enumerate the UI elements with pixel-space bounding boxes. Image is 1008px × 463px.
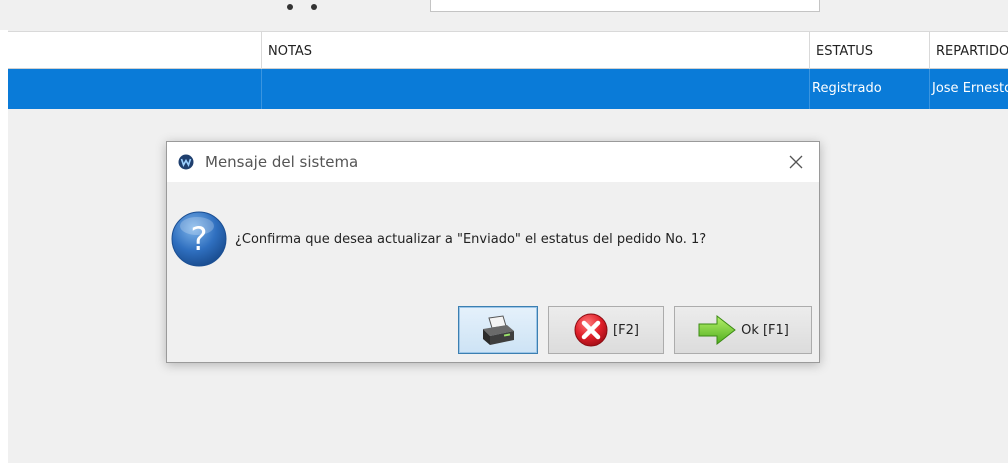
orders-table: NOTAS ESTATUS REPARTIDOR Registrado Jose… — [8, 31, 1008, 109]
top-dots-icon — [287, 4, 317, 12]
app-logo-icon — [178, 154, 194, 170]
question-icon: ? — [171, 211, 227, 267]
column-header-notas[interactable]: NOTAS — [261, 32, 809, 69]
red-x-icon — [574, 313, 608, 347]
close-button[interactable] — [773, 142, 819, 182]
table-cell-repartidor[interactable]: Jose Ernesto — [929, 69, 1008, 109]
table-cell-estatus[interactable]: Registrado — [809, 69, 929, 109]
window-edge — [0, 0, 8, 463]
table-cell-notas[interactable] — [261, 69, 809, 109]
cancel-button-label: [F2] — [613, 322, 639, 338]
column-header-repartidor[interactable]: REPARTIDOR — [929, 32, 1008, 69]
cancel-button[interactable]: [F2] — [548, 306, 664, 354]
ok-button[interactable]: Ok [F1] — [674, 306, 812, 354]
dialog-message: ¿Confirma que desea actualizar a "Enviad… — [235, 232, 707, 247]
svg-text:?: ? — [191, 220, 208, 258]
system-message-dialog: Mensaje del sistema ? ¿Confirma que dese… — [166, 141, 820, 363]
dialog-titlebar[interactable]: Mensaje del sistema — [167, 142, 819, 182]
ok-button-label: Ok [F1] — [741, 322, 789, 338]
search-input[interactable] — [430, 0, 820, 12]
toolbar-strip — [0, 0, 1008, 30]
printer-icon — [483, 315, 514, 345]
close-icon — [789, 155, 803, 169]
dialog-title: Mensaje del sistema — [205, 153, 359, 171]
table-cell[interactable] — [8, 69, 261, 109]
table-header: NOTAS ESTATUS REPARTIDOR — [8, 31, 1008, 69]
column-header[interactable] — [8, 32, 261, 69]
table-row[interactable]: Registrado Jose Ernesto — [8, 69, 1008, 109]
column-header-estatus[interactable]: ESTATUS — [809, 32, 929, 69]
green-arrow-icon — [698, 314, 736, 346]
print-button[interactable] — [458, 306, 538, 354]
